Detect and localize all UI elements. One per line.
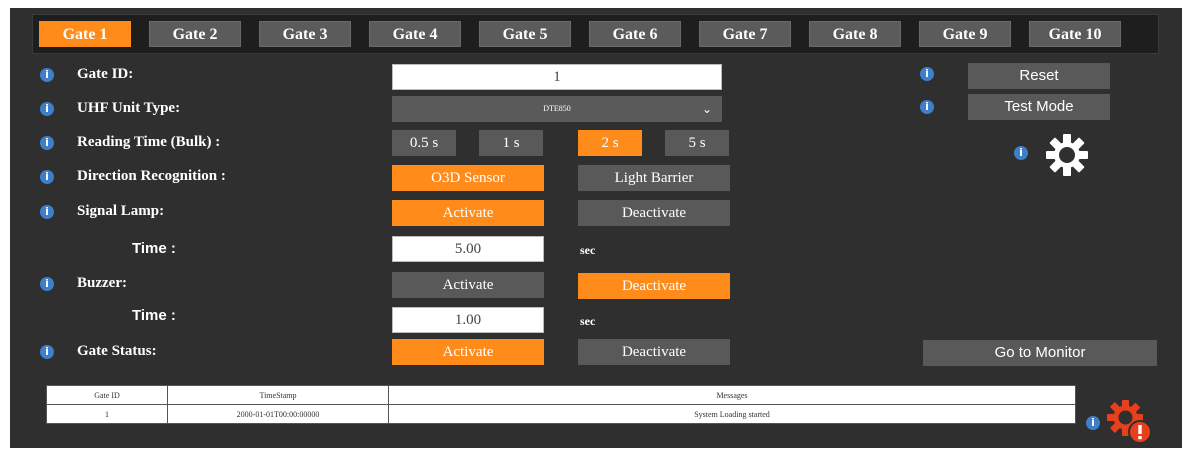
tab-gate-6[interactable]: Gate 6 <box>589 21 681 47</box>
signal-lamp-deactivate-button[interactable]: Deactivate <box>578 200 730 226</box>
info-icon[interactable]: i <box>40 68 54 82</box>
signal-lamp-time-label: Time : <box>132 240 176 257</box>
signal-lamp-time-input[interactable]: 5.00 <box>392 236 544 262</box>
column-header-timestamp: TimeStamp <box>167 385 389 405</box>
info-icon[interactable]: i <box>40 170 54 184</box>
chevron-down-icon: ⌄ <box>701 102 712 116</box>
tab-gate-10[interactable]: Gate 10 <box>1029 21 1121 47</box>
go-to-monitor-button[interactable]: Go to Monitor <box>923 340 1157 366</box>
signal-lamp-time-unit: sec <box>580 243 596 257</box>
info-icon[interactable]: i <box>920 67 934 81</box>
tab-gate-1[interactable]: Gate 1 <box>39 21 131 47</box>
tab-gate-5[interactable]: Gate 5 <box>479 21 571 47</box>
gate-status-activate-button[interactable]: Activate <box>392 339 544 365</box>
reading-time-0-5s-button[interactable]: 0.5 s <box>392 130 456 156</box>
tab-gate-8[interactable]: Gate 8 <box>809 21 901 47</box>
tab-gate-4[interactable]: Gate 4 <box>369 21 461 47</box>
uhf-unit-type-label: UHF Unit Type: <box>77 100 181 116</box>
tab-gate-7[interactable]: Gate 7 <box>699 21 791 47</box>
table-cell: 2000-01-01T00:00:00000 <box>167 404 389 424</box>
uhf-unit-type-select[interactable]: DTE850 ⌄ <box>392 96 722 122</box>
info-icon[interactable]: i <box>920 100 934 114</box>
gate-tab-bar: Gate 1 Gate 2 Gate 3 Gate 4 Gate 5 Gate … <box>32 14 1159 54</box>
buzzer-time-unit: sec <box>580 314 596 328</box>
column-header-gate-id: Gate ID <box>46 385 168 405</box>
direction-recognition-label: Direction Recognition : <box>77 168 226 184</box>
gate-id-input[interactable]: 1 <box>392 64 722 90</box>
column-header-messages: Messages <box>388 385 1076 405</box>
gate-config-panel: Gate 1 Gate 2 Gate 3 Gate 4 Gate 5 Gate … <box>10 8 1182 448</box>
signal-lamp-label: Signal Lamp: <box>77 203 165 219</box>
info-icon[interactable]: i <box>1014 146 1028 160</box>
buzzer-activate-button[interactable]: Activate <box>392 272 544 298</box>
info-icon[interactable]: i <box>40 345 54 359</box>
info-icon[interactable]: i <box>40 205 54 219</box>
o3d-sensor-button[interactable]: O3D Sensor <box>392 165 544 191</box>
info-icon[interactable]: i <box>40 136 54 150</box>
tab-gate-3[interactable]: Gate 3 <box>259 21 351 47</box>
reading-time-label: Reading Time (Bulk) : <box>77 134 221 150</box>
buzzer-deactivate-button[interactable]: Deactivate <box>578 273 730 299</box>
reading-time-1s-button[interactable]: 1 s <box>479 130 543 156</box>
reading-time-5s-button[interactable]: 5 s <box>665 130 729 156</box>
gear-alert-icon[interactable] <box>1106 398 1154 446</box>
buzzer-time-input[interactable]: 1.00 <box>392 307 544 333</box>
info-icon[interactable]: i <box>40 277 54 291</box>
table-cell: 1 <box>46 404 168 424</box>
reading-time-2s-button[interactable]: 2 s <box>578 130 642 156</box>
gear-icon[interactable] <box>1044 132 1090 178</box>
gate-status-deactivate-button[interactable]: Deactivate <box>578 339 730 365</box>
uhf-unit-type-value: DTE850 <box>543 104 571 113</box>
reset-button[interactable]: Reset <box>968 63 1110 89</box>
message-log-table: Gate ID TimeStamp Messages 1 2000-01-01T… <box>46 385 1076 424</box>
gate-status-label: Gate Status: <box>77 343 157 359</box>
table-row: 1 2000-01-01T00:00:00000 System Loading … <box>46 404 1076 424</box>
gate-id-label: Gate ID: <box>77 66 134 82</box>
info-icon[interactable]: i <box>1086 416 1100 430</box>
table-header-row: Gate ID TimeStamp Messages <box>46 385 1076 405</box>
buzzer-time-label: Time : <box>132 307 176 324</box>
tab-gate-2[interactable]: Gate 2 <box>149 21 241 47</box>
light-barrier-button[interactable]: Light Barrier <box>578 165 730 191</box>
buzzer-label: Buzzer: <box>77 275 127 291</box>
tab-gate-9[interactable]: Gate 9 <box>919 21 1011 47</box>
test-mode-button[interactable]: Test Mode <box>968 94 1110 120</box>
info-icon[interactable]: i <box>40 102 54 116</box>
signal-lamp-activate-button[interactable]: Activate <box>392 200 544 226</box>
table-cell: System Loading started <box>388 404 1076 424</box>
